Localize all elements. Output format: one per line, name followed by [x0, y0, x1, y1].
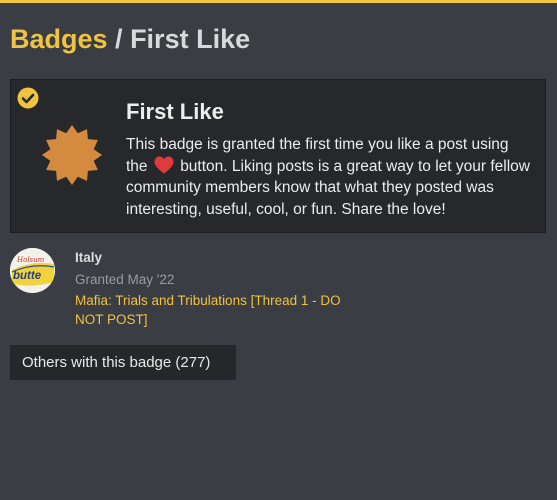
badge-description: This badge is granted the first time you… [126, 134, 531, 220]
user-avatar[interactable]: Holsum butte [10, 248, 55, 293]
granted-date: Granted May '22 [75, 272, 175, 287]
avatar-image: Holsum butte [10, 248, 55, 293]
page-title: Badges / First Like [10, 24, 250, 55]
badge-name: First Like [126, 99, 224, 124]
sun-badge-icon [42, 125, 102, 185]
svg-text:Holsum: Holsum [16, 256, 45, 264]
check-circle-icon [17, 87, 39, 109]
badge-description-end: button. Liking posts is a great way to l… [126, 157, 530, 218]
others-with-badge-button[interactable]: Others with this badge (277) [10, 345, 236, 380]
top-accent-bar [0, 0, 557, 3]
badge-card: First Like This badge is granted the fir… [10, 79, 546, 233]
heart-icon [154, 156, 174, 173]
breadcrumb-separator: / [107, 24, 131, 54]
granted-user-row: Holsum butte Italy Granted May '22 Mafia… [10, 248, 550, 328]
breadcrumb-current: First Like [130, 24, 251, 54]
topic-link[interactable]: Mafia: Trials and Tribulations [Thread 1… [75, 291, 355, 329]
breadcrumb-badges-link[interactable]: Badges [10, 24, 108, 54]
avatar-label: butte [13, 270, 42, 282]
user-name-link[interactable]: Italy [75, 250, 102, 265]
